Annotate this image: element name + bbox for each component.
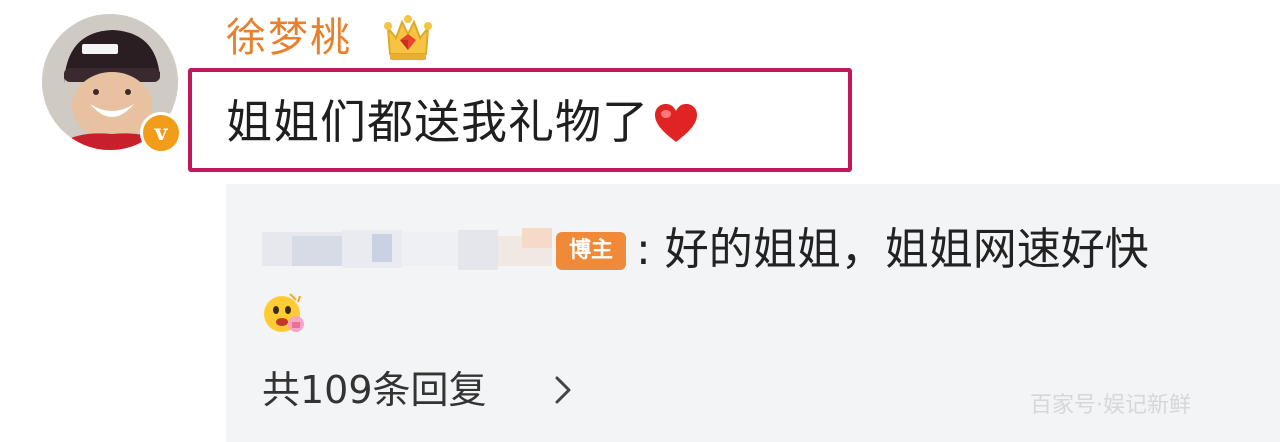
author-badge: 博主 [556,232,626,270]
face-emoji-icon [264,293,304,332]
view-replies-link[interactable]: 共109条回复 [262,364,487,416]
watermark: 百家号·娱记新鲜 [1030,393,1191,418]
verified-badge: v [140,112,182,154]
avatar-container[interactable]: v [42,14,182,154]
crown-diamond-icon[interactable] [382,10,434,64]
heart-icon [655,104,697,142]
comment-text-row: 姐姐们都送我礼物了 [226,92,699,152]
chevron-right-icon[interactable] [552,374,574,406]
comment-text: 姐姐们都送我礼物了 [226,95,649,149]
reply-text: : 好的姐姐，姐姐网速好快 [636,224,1149,275]
blurred-username [262,228,552,270]
username[interactable]: 徐梦桃 [226,12,352,64]
comment-card: v 徐梦桃 姐姐们都送我礼物了 博主 : 好的姐姐，姐姐网速好快 共109条回复… [0,0,1280,442]
